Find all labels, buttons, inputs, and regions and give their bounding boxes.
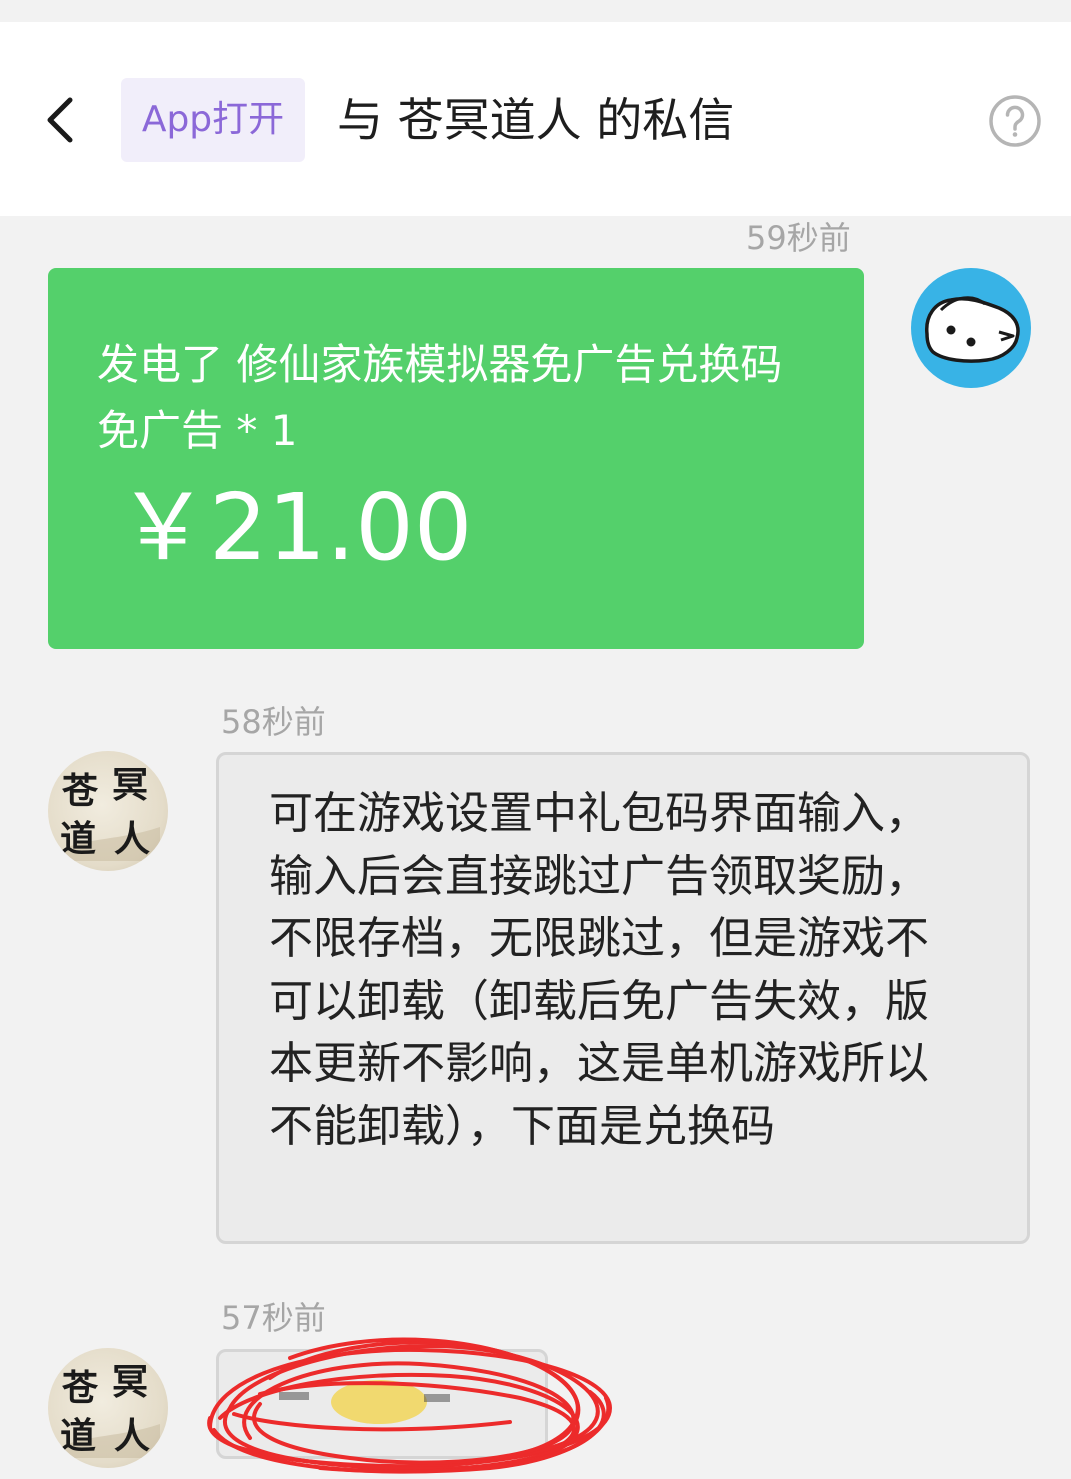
avatar-char: 人 (114, 818, 150, 860)
cartoon-face-icon (925, 296, 1020, 363)
avatar-char: 道 (60, 1415, 96, 1457)
other-avatar[interactable]: 苍 冥 道 人 (48, 1348, 168, 1468)
self-avatar[interactable] (911, 268, 1031, 388)
card-title: 发电了 修仙家族模拟器免广告兑换码 免广告 * 1 (97, 332, 837, 464)
header-bar: App打开 与 苍冥道人 的私信 (0, 22, 1071, 216)
avatar-char: 冥 (112, 764, 148, 806)
other-avatar[interactable]: 苍 冥 道 人 (48, 751, 168, 871)
back-button[interactable] (36, 92, 86, 148)
message-text: 可在游戏设置中礼包码界面输入，输入后会直接跳过广告领取奖励，不限存档，无限跳过，… (269, 788, 929, 1152)
redaction-scribble (207, 1337, 613, 1474)
calligraphy-avatar: 苍 冥 道 人 (58, 1361, 160, 1458)
help-button[interactable] (988, 94, 1042, 148)
card-amount: ￥21.00 (117, 474, 473, 581)
message-timestamp: 59秒前 (746, 219, 851, 257)
question-circle-icon (989, 95, 1041, 147)
app-open-button[interactable]: App打开 (121, 78, 305, 162)
page-title: 与 苍冥道人 的私信 (337, 93, 735, 147)
avatar-char: 苍 (62, 1367, 99, 1409)
message-timestamp: 58秒前 (221, 703, 326, 741)
chevron-left-icon (47, 97, 73, 143)
card-product-name: 发电了 修仙家族模拟器免广告兑换码 (97, 340, 783, 389)
message-bubble[interactable]: 可在游戏设置中礼包码界面输入，输入后会直接跳过广告领取奖励，不限存档，无限跳过，… (216, 752, 1030, 1244)
status-bar (0, 0, 1071, 22)
avatar-char: 冥 (112, 1361, 148, 1403)
avatar-char: 人 (114, 1415, 150, 1457)
avatar-char: 苍 (62, 770, 99, 812)
card-item: 免广告 * 1 (97, 406, 298, 455)
avatar-char: 道 (60, 818, 96, 860)
power-support-card[interactable]: 发电了 修仙家族模拟器免广告兑换码 免广告 * 1 ￥21.00 (48, 268, 864, 649)
calligraphy-avatar: 苍 冥 道 人 (58, 764, 160, 861)
